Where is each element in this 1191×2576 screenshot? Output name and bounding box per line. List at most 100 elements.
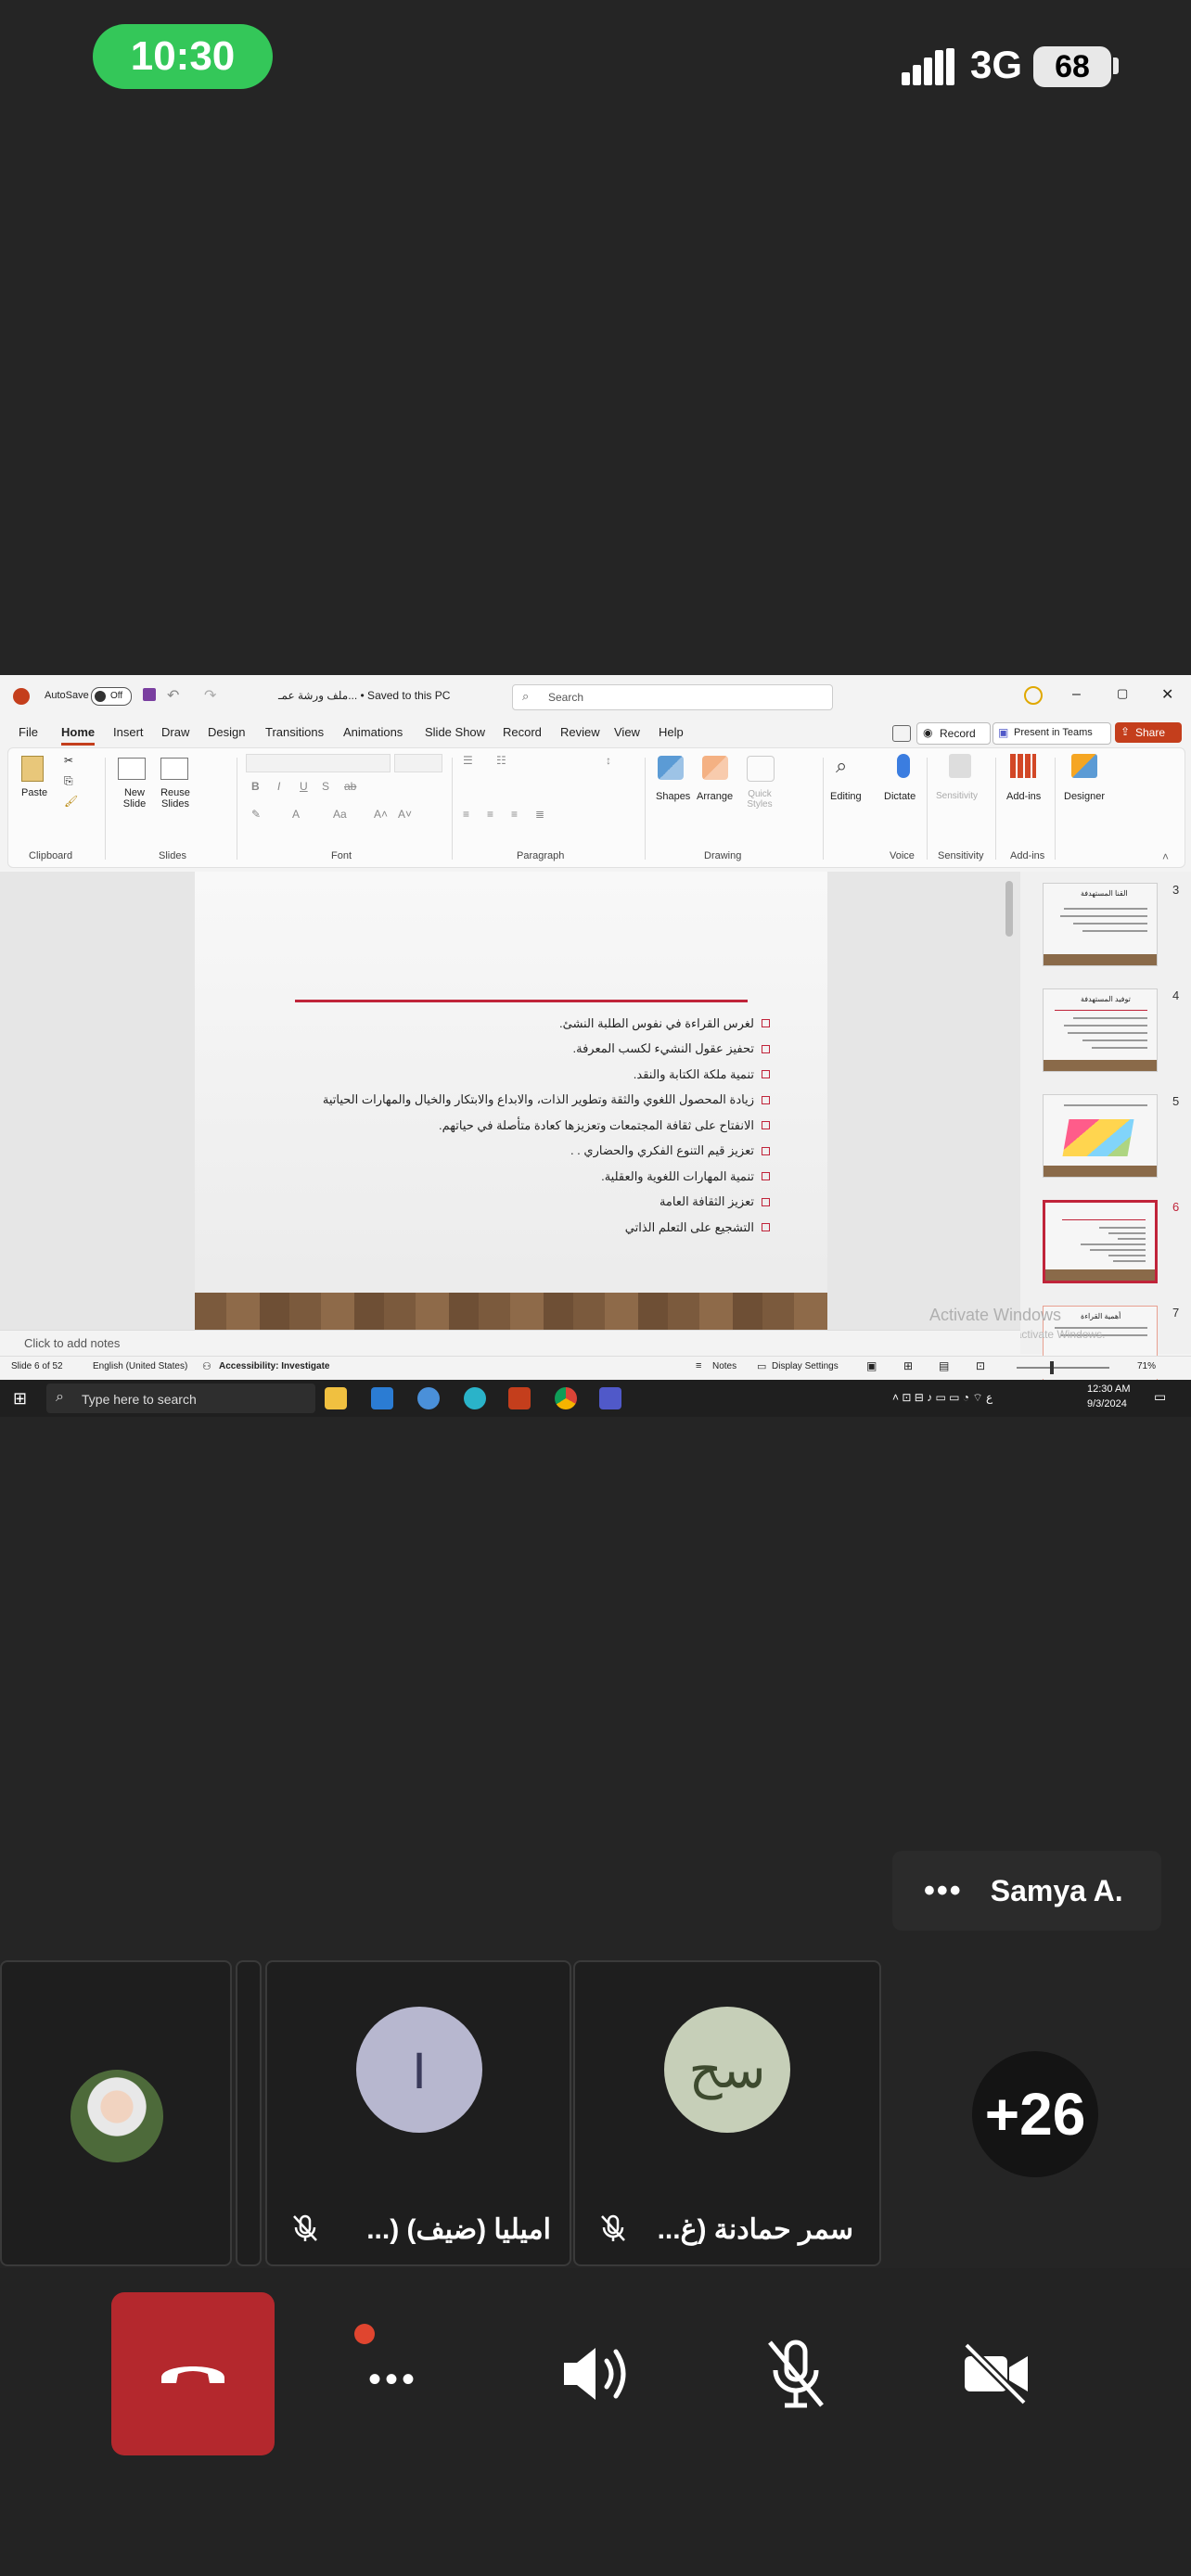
menu-animations[interactable]: Animations <box>343 725 403 739</box>
maximize-icon[interactable]: ▢ <box>1117 686 1128 701</box>
powerpoint-taskbar-icon[interactable] <box>508 1387 531 1409</box>
shared-screen[interactable]: AutoSave Off ↶ ↷ ملف ورشة عمـ... • Saved… <box>0 675 1191 1417</box>
menu-slide-show[interactable]: Slide Show <box>425 725 485 739</box>
notes-pane[interactable]: Click to add notes <box>0 1330 1020 1355</box>
sensitivity-button[interactable]: Sensitivity <box>936 791 978 801</box>
shrink-font-icon[interactable]: A˅ <box>398 808 412 821</box>
participant-tile[interactable]: I اميليا (ضيف) (... <box>265 1960 571 2266</box>
display-settings[interactable]: Display Settings <box>772 1361 839 1371</box>
reading-view-icon[interactable]: ▤ <box>939 1359 949 1372</box>
menu-record[interactable]: Record <box>503 725 542 739</box>
teams-taskbar-icon[interactable] <box>599 1387 621 1409</box>
slideshow-icon[interactable]: ⊡ <box>976 1359 985 1372</box>
highlight-icon[interactable]: ✎ <box>251 808 261 821</box>
shapes-icon[interactable] <box>658 756 684 780</box>
paste-button[interactable]: Paste <box>21 787 47 798</box>
justify-icon[interactable]: ≣ <box>535 808 544 821</box>
language-status[interactable]: English (United States) <box>93 1361 187 1371</box>
shadow-icon[interactable]: S <box>322 780 329 793</box>
menu-design[interactable]: Design <box>208 725 245 739</box>
quick-styles-icon[interactable] <box>747 756 775 782</box>
cut-icon[interactable]: ✂ <box>64 754 73 767</box>
autosave-toggle[interactable]: Off <box>91 687 132 706</box>
menu-help[interactable]: Help <box>659 725 684 739</box>
format-painter-icon[interactable]: 🖌 <box>64 795 78 808</box>
font-size-field[interactable] <box>394 754 442 772</box>
align-left-icon[interactable]: ≡ <box>463 808 469 821</box>
participant-tile-edge[interactable] <box>236 1960 262 2266</box>
sensitivity-icon[interactable] <box>949 754 971 778</box>
dictate-icon[interactable] <box>897 754 910 778</box>
menu-file[interactable]: File <box>19 725 38 739</box>
font-name-field[interactable] <box>246 754 391 772</box>
shapes-button[interactable]: Shapes <box>656 791 690 802</box>
camera-button[interactable] <box>915 2292 1078 2455</box>
windows-start-icon[interactable]: ⊞ <box>13 1389 27 1409</box>
slide-thumbnail-6[interactable] <box>1043 1200 1158 1283</box>
participant-tile[interactable] <box>0 1960 232 2266</box>
align-right-icon[interactable]: ≡ <box>511 808 518 821</box>
collapse-ribbon-icon[interactable]: ˄ <box>1162 850 1169 863</box>
slide-thumbnail-3[interactable]: القنا المستهدفة <box>1043 883 1158 966</box>
dictate-button[interactable]: Dictate <box>884 791 916 802</box>
new-slide-icon[interactable] <box>118 758 146 780</box>
comment-icon[interactable] <box>892 725 911 742</box>
arrange-icon[interactable] <box>702 756 728 780</box>
change-case-icon[interactable]: Aa <box>333 808 347 821</box>
speaker-button[interactable] <box>514 2292 677 2455</box>
menu-transitions[interactable]: Transitions <box>265 725 324 739</box>
italic-icon[interactable]: I <box>277 780 280 793</box>
mute-button[interactable] <box>714 2292 877 2455</box>
slide-thumbnail-5[interactable] <box>1043 1094 1158 1178</box>
hang-up-button[interactable] <box>111 2292 275 2455</box>
file-explorer-icon[interactable] <box>325 1387 347 1409</box>
menu-view[interactable]: View <box>614 725 640 739</box>
taskbar-search[interactable]: ⌕ Type here to search <box>46 1384 315 1413</box>
menu-insert[interactable]: Insert <box>113 725 144 739</box>
share-button[interactable]: ⇪ Share <box>1115 722 1182 743</box>
reuse-slides-icon[interactable] <box>160 758 188 780</box>
designer-icon[interactable] <box>1071 754 1097 778</box>
notes-toggle[interactable]: Notes <box>712 1361 736 1371</box>
bold-icon[interactable]: B <box>251 780 260 793</box>
accessibility-status[interactable]: Accessibility: Investigate <box>219 1361 330 1371</box>
notifications-icon[interactable]: ▭ <box>1154 1389 1166 1405</box>
font-color-icon[interactable]: A <box>292 808 300 821</box>
more-options-icon[interactable]: ••• <box>924 1873 963 1909</box>
minimize-icon[interactable]: – <box>1072 686 1081 703</box>
slide-thumbnails-pane[interactable]: القنا المستهدفة 3 توفيد المستهدفة 4 5 6 … <box>1020 872 1191 1389</box>
underline-icon[interactable]: U <box>300 780 308 793</box>
strikethrough-icon[interactable]: ab <box>344 780 356 793</box>
menu-home[interactable]: Home <box>61 725 96 746</box>
slide-bullet-list[interactable]: لغرس القراءة في نفوس الطلبة النشئ. تحفيز… <box>269 1011 770 1241</box>
zoom-slider[interactable] <box>1017 1361 1109 1374</box>
close-icon[interactable]: ✕ <box>1161 685 1173 704</box>
zoom-level[interactable]: 71% <box>1137 1361 1156 1371</box>
slide-sorter-icon[interactable]: ⊞ <box>903 1359 913 1372</box>
doc-title[interactable]: ملف ورشة عمـ... • Saved to this PC <box>278 689 450 702</box>
participant-tile[interactable]: سح سمر حمادنة (غ... <box>573 1960 881 2266</box>
normal-view-icon[interactable]: ▣ <box>866 1359 877 1372</box>
copilot-icon[interactable] <box>1024 686 1043 705</box>
quick-styles-button[interactable]: Quick Styles <box>741 789 778 810</box>
record-button[interactable]: ◉ Record <box>916 722 991 745</box>
notes-placeholder[interactable]: Click to add notes <box>24 1336 120 1350</box>
active-speaker-label[interactable]: ••• Samya A. <box>892 1851 1161 1931</box>
redo-icon[interactable]: ↷ <box>204 686 216 705</box>
present-in-teams-button[interactable]: ▣ Present in Teams <box>992 722 1111 745</box>
tray-icons[interactable]: ˄ ⊡ ⊟ ♪ ▭ ▭ ◔ ⌔ ع <box>892 1391 992 1405</box>
slide-thumbnail-4[interactable]: توفيد المستهدفة <box>1043 988 1158 1072</box>
paste-icon[interactable] <box>21 756 44 782</box>
new-slide-button[interactable]: New Slide <box>118 787 151 810</box>
slide-canvas[interactable]: لغرس القراءة في نفوس الطلبة النشئ. تحفيز… <box>0 872 1020 1346</box>
align-center-icon[interactable]: ≡ <box>487 808 493 821</box>
mail-icon[interactable] <box>371 1387 393 1409</box>
chrome-icon[interactable] <box>555 1387 577 1409</box>
menu-review[interactable]: Review <box>560 725 600 739</box>
designer-button[interactable]: Designer <box>1064 791 1105 802</box>
more-actions-button[interactable]: ••• <box>312 2292 475 2455</box>
vertical-scrollbar[interactable] <box>1005 881 1013 937</box>
copy-icon[interactable]: ⎘ <box>64 774 73 788</box>
undo-icon[interactable]: ↶ <box>167 686 179 705</box>
search-box[interactable]: ⌕ Search <box>512 684 833 710</box>
